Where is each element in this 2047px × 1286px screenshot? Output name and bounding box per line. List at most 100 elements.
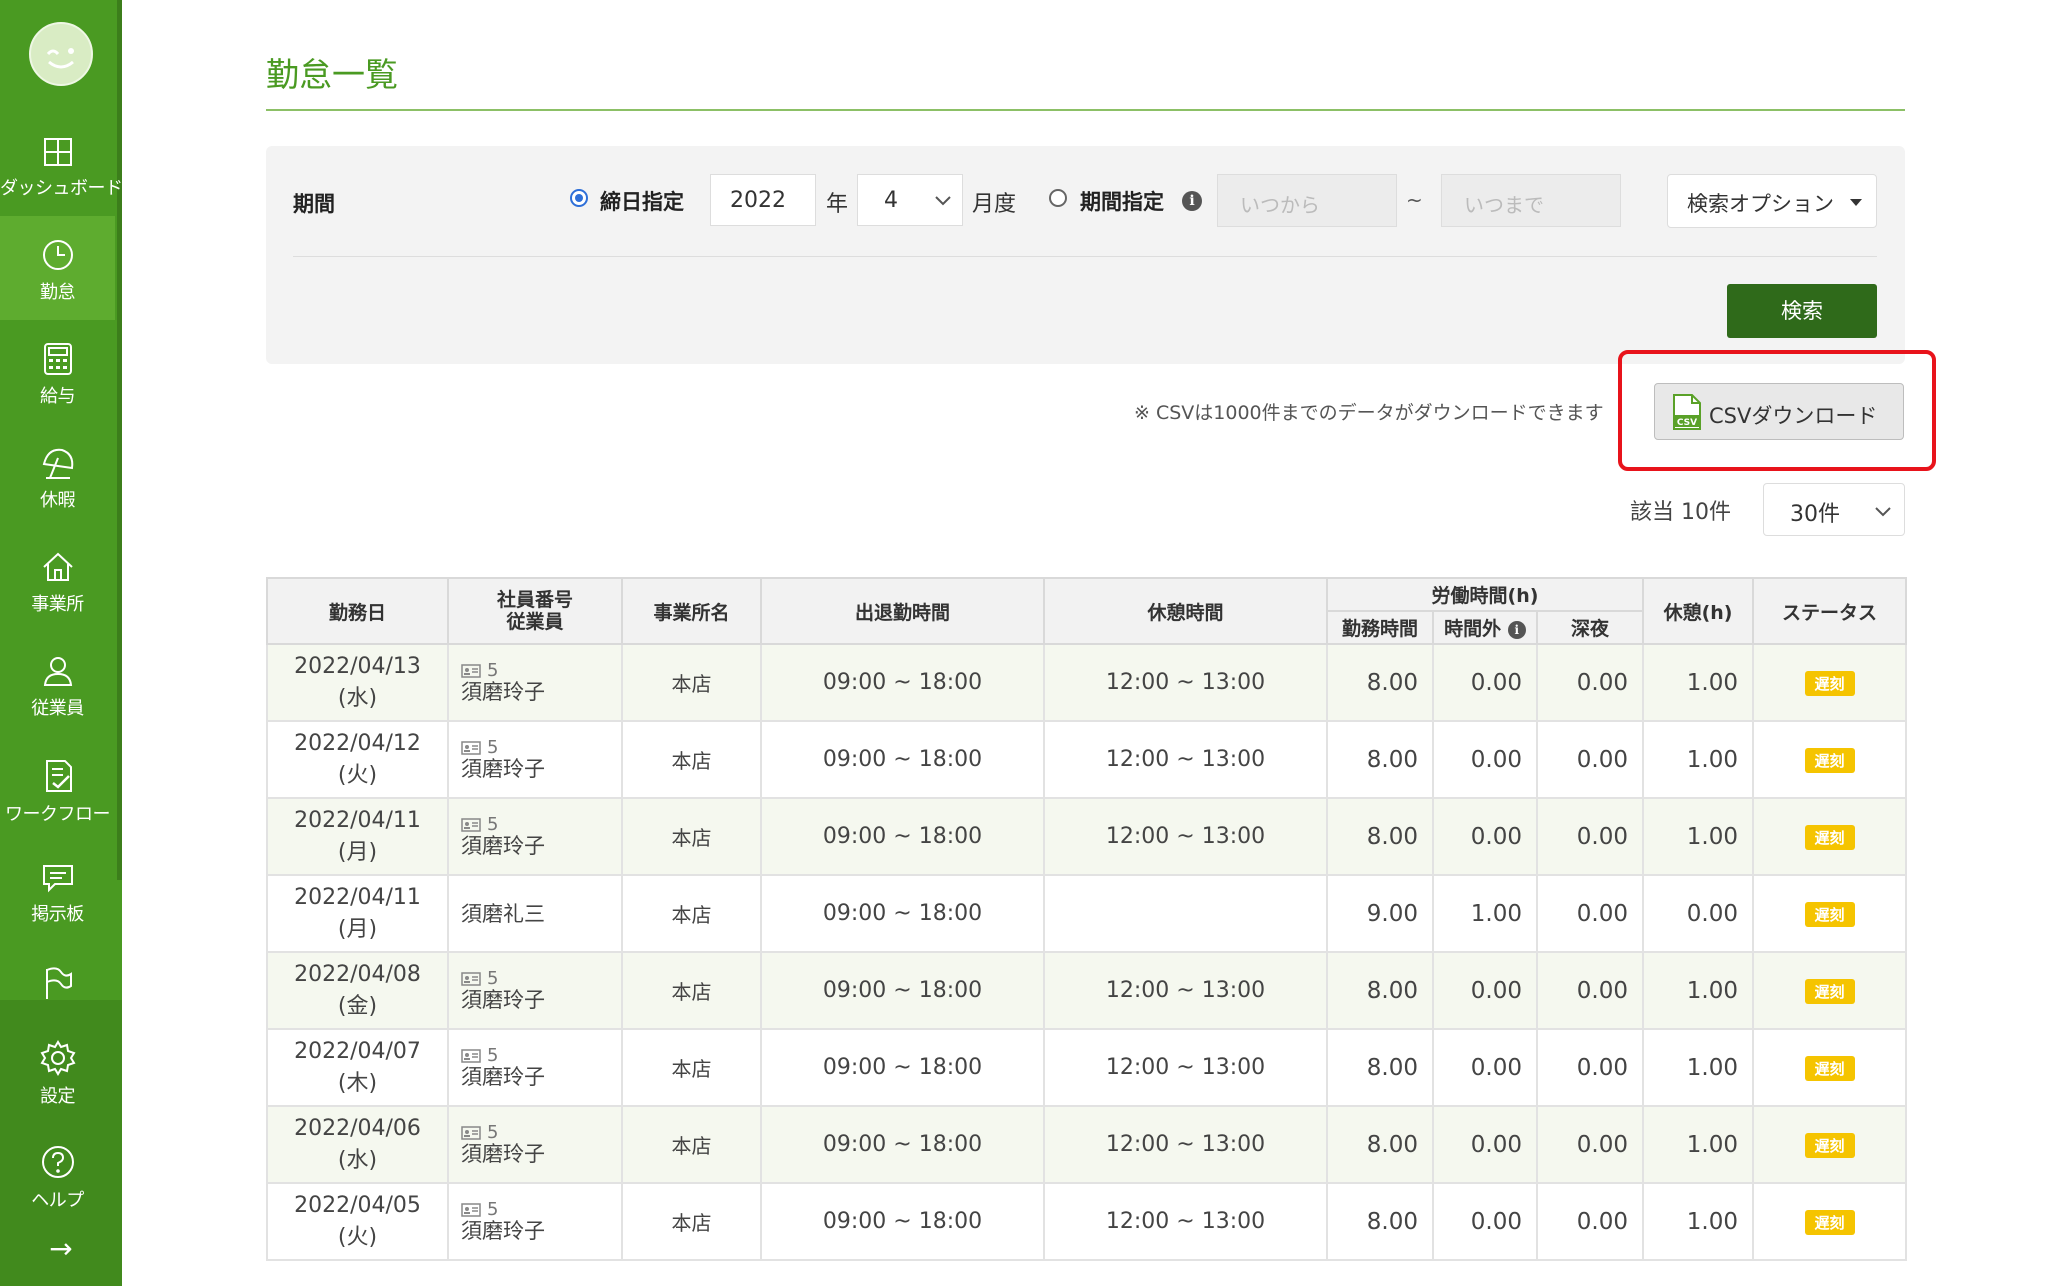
employee-name[interactable]: 須磨玲子 bbox=[461, 1142, 545, 1166]
id-card-icon bbox=[461, 971, 481, 986]
header-inout[interactable]: 出退勤時間 bbox=[760, 577, 1045, 645]
cell-employee[interactable]: 5 須磨玲子 bbox=[447, 1182, 623, 1261]
sidebar-item-payroll[interactable]: 給与 bbox=[0, 320, 115, 424]
header-work[interactable]: 勤務時間 bbox=[1326, 610, 1434, 645]
employee-name[interactable]: 須磨玲子 bbox=[461, 680, 545, 704]
cell-rest: 1.00 bbox=[1642, 951, 1755, 1030]
cell-office: 本店 bbox=[621, 1028, 762, 1107]
table-row[interactable]: 2022/04/08 (金) 5 須磨玲子 本店 09:00 ~ 18:00 12:00 ~… bbox=[266, 951, 1908, 1030]
employee-name[interactable]: 須磨玲子 bbox=[461, 1065, 545, 1089]
logo-smiley-icon[interactable] bbox=[29, 22, 93, 86]
cell-employee[interactable]: 5 須磨玲子 bbox=[447, 643, 623, 722]
user-icon bbox=[43, 657, 72, 686]
cell-employee[interactable]: 須磨礼三 bbox=[447, 874, 623, 953]
month-unit-label: 月度 bbox=[972, 192, 1017, 217]
cell-date: 2022/04/11 (月) bbox=[266, 874, 449, 953]
cell-break: 12:00 ~ 13:00 bbox=[1043, 1105, 1328, 1184]
id-card-icon bbox=[461, 740, 481, 755]
sidebar-item-help[interactable]: ヘルプ bbox=[0, 1122, 115, 1226]
cell-overtime: 0.00 bbox=[1432, 1028, 1538, 1107]
cell-date: 2022/04/07 (木) bbox=[266, 1028, 449, 1107]
employee-number: 5 bbox=[461, 661, 621, 680]
title-divider bbox=[266, 109, 1905, 111]
search-options-button[interactable]: 検索オプション bbox=[1667, 174, 1877, 228]
table-row[interactable]: 2022/04/05 (火) 5 須磨玲子 本店 09:00 ~ 18:00 12:00 ~… bbox=[266, 1182, 1908, 1261]
sidebar-item-leave[interactable]: 休暇 bbox=[0, 424, 115, 528]
info-icon[interactable]: i bbox=[1507, 620, 1526, 639]
cell-employee[interactable]: 5 須磨玲子 bbox=[447, 720, 623, 799]
sidebar-item-label: ワークフロー bbox=[5, 804, 111, 825]
closing-date-radio[interactable] bbox=[570, 189, 588, 207]
cell-employee[interactable]: 5 須磨玲子 bbox=[447, 797, 623, 876]
header-status[interactable]: ステータス bbox=[1752, 577, 1908, 645]
sidebar-item-employees[interactable]: 従業員 bbox=[0, 632, 115, 736]
employee-name[interactable]: 須磨玲子 bbox=[461, 834, 545, 858]
sidebar-item-dashboard[interactable]: ダッシュボード bbox=[0, 114, 123, 218]
id-card-icon bbox=[461, 1202, 481, 1217]
cell-inout: 09:00 ~ 18:00 bbox=[760, 1182, 1045, 1261]
sidebar-item-office[interactable]: 事業所 bbox=[0, 528, 115, 632]
day-of-week: (水) bbox=[337, 1147, 378, 1173]
header-overtime[interactable]: 時間外 i bbox=[1432, 610, 1538, 645]
sidebar-item-label: 掲示板 bbox=[31, 904, 84, 925]
header-date[interactable]: 勤務日 bbox=[266, 577, 449, 645]
cell-status: 遅刻 bbox=[1752, 1105, 1908, 1184]
header-rest[interactable]: 休憩(h) bbox=[1642, 577, 1755, 645]
employee-name[interactable]: 須磨玲子 bbox=[461, 757, 545, 781]
date-value: 2022/04/13 bbox=[294, 653, 421, 679]
range-tilde: ~ bbox=[1406, 188, 1423, 212]
per-page-select[interactable]: 30件 bbox=[1763, 483, 1905, 536]
sidebar-item-attendance[interactable]: 勤怠 bbox=[0, 216, 115, 320]
sidebar-item-board[interactable]: 掲示板 bbox=[0, 840, 115, 944]
expand-arrow-icon[interactable]: → bbox=[0, 1232, 122, 1265]
table-row[interactable]: 2022/04/13 (水) 5 須磨玲子 本店 09:00 ~ 18:00 12:00 ~… bbox=[266, 643, 1908, 722]
sidebar-item-workflow[interactable]: ワークフロー bbox=[0, 736, 115, 840]
search-button[interactable]: 検索 bbox=[1727, 284, 1877, 338]
cell-employee[interactable]: 5 須磨玲子 bbox=[447, 951, 623, 1030]
cell-rest: 1.00 bbox=[1642, 1105, 1755, 1184]
table-row[interactable]: 2022/04/06 (水) 5 須磨玲子 本店 09:00 ~ 18:00 12:00 ~… bbox=[266, 1105, 1908, 1184]
table-row[interactable]: 2022/04/07 (木) 5 須磨玲子 本店 09:00 ~ 18:00 12:00 ~… bbox=[266, 1028, 1908, 1107]
table-row[interactable]: 2022/04/11 (月) 須磨礼三 本店 09:00 ~ 18:00 9.00 1.00… bbox=[266, 874, 1908, 953]
cell-break: 12:00 ~ 13:00 bbox=[1043, 1182, 1328, 1261]
date-value: 2022/04/06 bbox=[294, 1115, 421, 1141]
closing-date-label[interactable]: 締日指定 bbox=[600, 186, 684, 216]
sidebar-item-settings[interactable]: 設定 bbox=[0, 1018, 115, 1122]
id-card-icon bbox=[461, 1125, 481, 1140]
info-icon[interactable]: i bbox=[1182, 191, 1202, 211]
cell-rest: 0.00 bbox=[1642, 874, 1755, 953]
cell-work-hours: 8.00 bbox=[1326, 1028, 1434, 1107]
cell-employee[interactable]: 5 須磨玲子 bbox=[447, 1105, 623, 1184]
employee-number-value: 5 bbox=[487, 1198, 499, 1220]
header-office[interactable]: 事業所名 bbox=[621, 577, 762, 645]
employee-number-value: 5 bbox=[487, 967, 499, 989]
to-date-input[interactable]: いつまで bbox=[1441, 174, 1621, 227]
chevron-down-icon bbox=[1875, 507, 1891, 517]
sidebar-item-flag[interactable] bbox=[0, 944, 115, 1004]
year-input[interactable]: 2022 bbox=[710, 174, 816, 226]
sidebar-scrollbar[interactable] bbox=[117, 0, 122, 880]
sidebar-item-label: 設定 bbox=[40, 1086, 76, 1107]
cell-office: 本店 bbox=[621, 643, 762, 722]
cell-rest: 1.00 bbox=[1642, 797, 1755, 876]
employee-name[interactable]: 須磨礼三 bbox=[461, 902, 545, 926]
header-employee[interactable]: 社員番号 従業員 bbox=[447, 577, 623, 645]
cell-overtime: 1.00 bbox=[1432, 874, 1538, 953]
range-radio[interactable] bbox=[1049, 189, 1067, 207]
month-select[interactable]: 4 bbox=[857, 174, 963, 226]
employee-name[interactable]: 須磨玲子 bbox=[461, 1219, 545, 1243]
sidebar-item-label: 事業所 bbox=[31, 594, 84, 615]
table-row[interactable]: 2022/04/12 (火) 5 須磨玲子 本店 09:00 ~ 18:00 12:00 ~… bbox=[266, 720, 1908, 799]
from-date-input[interactable]: いつから bbox=[1217, 174, 1397, 227]
header-break[interactable]: 休憩時間 bbox=[1043, 577, 1328, 645]
range-label[interactable]: 期間指定 bbox=[1080, 186, 1164, 216]
cell-status: 遅刻 bbox=[1752, 874, 1908, 953]
table-row[interactable]: 2022/04/11 (月) 5 須磨玲子 本店 09:00 ~ 18:00 12:00 ~… bbox=[266, 797, 1908, 876]
employee-name[interactable]: 須磨玲子 bbox=[461, 988, 545, 1012]
cell-employee[interactable]: 5 須磨玲子 bbox=[447, 1028, 623, 1107]
cell-date: 2022/04/11 (月) bbox=[266, 797, 449, 876]
day-of-week: (火) bbox=[337, 762, 378, 788]
header-night[interactable]: 深夜 bbox=[1535, 610, 1645, 645]
id-card-icon bbox=[461, 817, 481, 832]
header-emp-name: 従業員 bbox=[506, 611, 564, 633]
